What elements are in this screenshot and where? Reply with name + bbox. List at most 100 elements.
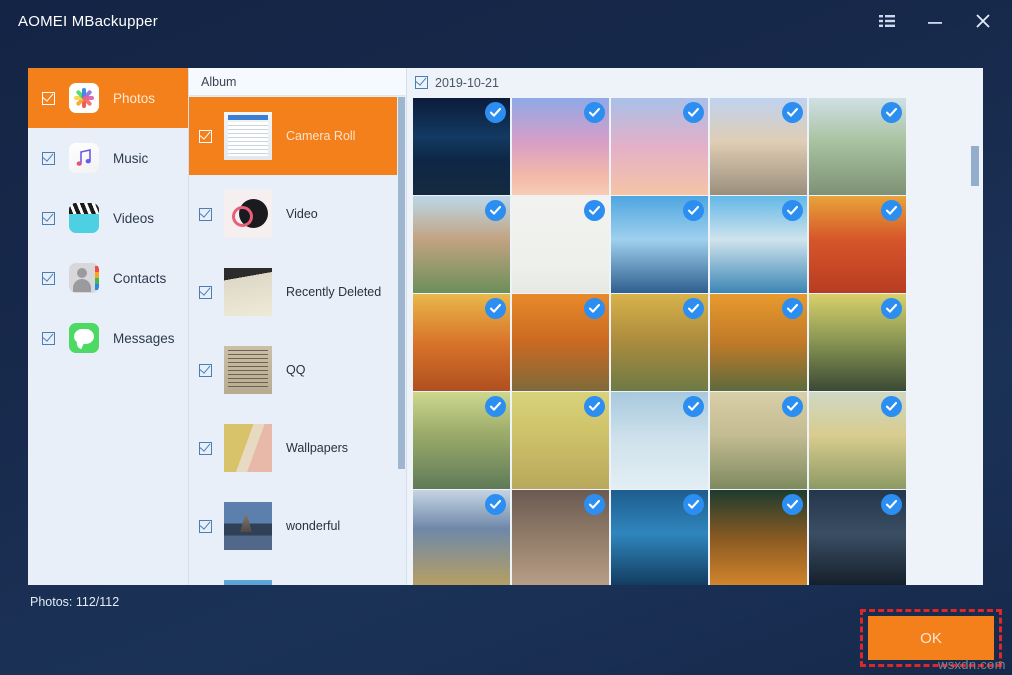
album-item-label: wonderful bbox=[286, 519, 340, 533]
album-item-wallpapers[interactable]: Wallpapers bbox=[189, 409, 406, 487]
messages-checkbox[interactable] bbox=[42, 332, 55, 345]
album-checkbox[interactable] bbox=[199, 130, 212, 143]
album-item-partial[interactable] bbox=[189, 565, 406, 585]
sidebar-item-photos[interactable]: Photos bbox=[28, 68, 188, 128]
videos-checkbox[interactable] bbox=[42, 212, 55, 225]
photo-tile[interactable] bbox=[809, 98, 906, 195]
sidebar-item-contacts[interactable]: Contacts bbox=[28, 248, 188, 308]
sidebar-item-label: Videos bbox=[113, 211, 154, 226]
menu-button[interactable] bbox=[876, 10, 898, 32]
album-item-wonderful[interactable]: wonderful bbox=[189, 487, 406, 565]
album-item-qq[interactable]: QQ bbox=[189, 331, 406, 409]
photo-selected-check-icon[interactable] bbox=[485, 396, 506, 417]
music-checkbox[interactable] bbox=[42, 152, 55, 165]
photo-tile[interactable] bbox=[413, 490, 510, 585]
photo-selected-check-icon[interactable] bbox=[881, 494, 902, 515]
photo-selected-check-icon[interactable] bbox=[683, 298, 704, 319]
album-thumbnail-icon bbox=[224, 580, 272, 585]
photo-tile[interactable] bbox=[413, 196, 510, 293]
photo-tile[interactable] bbox=[413, 294, 510, 391]
status-text: Photos: 112/112 bbox=[30, 595, 119, 609]
photo-selected-check-icon[interactable] bbox=[782, 298, 803, 319]
contacts-checkbox[interactable] bbox=[42, 272, 55, 285]
album-item-camera-roll[interactable]: Camera Roll bbox=[189, 97, 406, 175]
photo-selected-check-icon[interactable] bbox=[584, 102, 605, 123]
photo-selected-check-icon[interactable] bbox=[584, 200, 605, 221]
photo-tile[interactable] bbox=[710, 98, 807, 195]
album-column: Album Camera Roll Video Recently Deleted bbox=[188, 68, 406, 585]
photo-selected-check-icon[interactable] bbox=[782, 396, 803, 417]
album-checkbox[interactable] bbox=[199, 286, 212, 299]
photo-grid-scrollbar-thumb[interactable] bbox=[971, 146, 979, 186]
album-checkbox[interactable] bbox=[199, 520, 212, 533]
photo-selected-check-icon[interactable] bbox=[485, 200, 506, 221]
album-item-video[interactable]: Video bbox=[189, 175, 406, 253]
photo-selected-check-icon[interactable] bbox=[881, 102, 902, 123]
photo-tile[interactable] bbox=[809, 196, 906, 293]
photo-tile[interactable] bbox=[512, 196, 609, 293]
photo-tile[interactable] bbox=[809, 490, 906, 585]
album-item-recently-deleted[interactable]: Recently Deleted bbox=[189, 253, 406, 331]
photo-tile[interactable] bbox=[611, 294, 708, 391]
album-thumbnail-icon bbox=[224, 268, 272, 316]
photo-selected-check-icon[interactable] bbox=[683, 200, 704, 221]
photos-checkbox[interactable] bbox=[42, 92, 55, 105]
photo-tile[interactable] bbox=[809, 392, 906, 489]
photo-grid-scrollbar[interactable] bbox=[969, 98, 981, 583]
album-list: Camera Roll Video Recently Deleted QQ bbox=[189, 97, 406, 585]
close-button[interactable] bbox=[972, 10, 994, 32]
sidebar-item-videos[interactable]: Videos bbox=[28, 188, 188, 248]
photo-tile[interactable] bbox=[413, 392, 510, 489]
photo-tile[interactable] bbox=[413, 98, 510, 195]
album-item-label: Video bbox=[286, 207, 318, 221]
photo-tile[interactable] bbox=[611, 392, 708, 489]
album-thumbnail-icon bbox=[224, 424, 272, 472]
photo-selected-check-icon[interactable] bbox=[584, 396, 605, 417]
minimize-button[interactable] bbox=[924, 10, 946, 32]
photo-tile[interactable] bbox=[512, 392, 609, 489]
album-thumbnail-icon bbox=[224, 112, 272, 160]
photo-tile[interactable] bbox=[512, 490, 609, 585]
photo-selected-check-icon[interactable] bbox=[782, 494, 803, 515]
sidebar-item-music[interactable]: Music bbox=[28, 128, 188, 188]
photo-selected-check-icon[interactable] bbox=[782, 102, 803, 123]
photo-selected-check-icon[interactable] bbox=[881, 396, 902, 417]
photo-selected-check-icon[interactable] bbox=[683, 396, 704, 417]
photo-selected-check-icon[interactable] bbox=[584, 298, 605, 319]
album-checkbox[interactable] bbox=[199, 364, 212, 377]
photo-tile[interactable] bbox=[611, 98, 708, 195]
photo-selected-check-icon[interactable] bbox=[485, 298, 506, 319]
photo-tile[interactable] bbox=[710, 392, 807, 489]
photo-tile[interactable] bbox=[512, 98, 609, 195]
date-group-header[interactable]: 2019-10-21 bbox=[407, 68, 983, 97]
sidebar-item-messages[interactable]: Messages bbox=[28, 308, 188, 368]
album-checkbox[interactable] bbox=[199, 442, 212, 455]
photo-selected-check-icon[interactable] bbox=[683, 494, 704, 515]
photo-tile[interactable] bbox=[611, 196, 708, 293]
photo-tile[interactable] bbox=[710, 196, 807, 293]
date-group-checkbox[interactable] bbox=[415, 76, 428, 89]
ok-button-area: OK bbox=[868, 616, 994, 660]
photo-tile[interactable] bbox=[710, 490, 807, 585]
ok-button[interactable]: OK bbox=[868, 616, 994, 660]
photo-selected-check-icon[interactable] bbox=[485, 494, 506, 515]
photo-selected-check-icon[interactable] bbox=[782, 200, 803, 221]
album-scrollbar-thumb[interactable] bbox=[398, 97, 405, 469]
album-column-header: Album bbox=[189, 68, 406, 96]
photo-selected-check-icon[interactable] bbox=[881, 200, 902, 221]
photo-tile[interactable] bbox=[809, 294, 906, 391]
app-window: AOMEI MBackupper bbox=[0, 0, 1012, 675]
photo-tile[interactable] bbox=[512, 294, 609, 391]
album-scrollbar[interactable] bbox=[397, 97, 406, 585]
photo-selected-check-icon[interactable] bbox=[881, 298, 902, 319]
content-panel: Photos Music Videos bbox=[28, 68, 983, 585]
album-item-label: Wallpapers bbox=[286, 441, 348, 455]
photo-selected-check-icon[interactable] bbox=[683, 102, 704, 123]
album-item-label: Recently Deleted bbox=[286, 285, 381, 299]
photo-tile[interactable] bbox=[710, 294, 807, 391]
photo-selected-check-icon[interactable] bbox=[584, 494, 605, 515]
photo-tile[interactable] bbox=[611, 490, 708, 585]
sidebar-item-label: Music bbox=[113, 151, 148, 166]
album-checkbox[interactable] bbox=[199, 208, 212, 221]
photo-selected-check-icon[interactable] bbox=[485, 102, 506, 123]
